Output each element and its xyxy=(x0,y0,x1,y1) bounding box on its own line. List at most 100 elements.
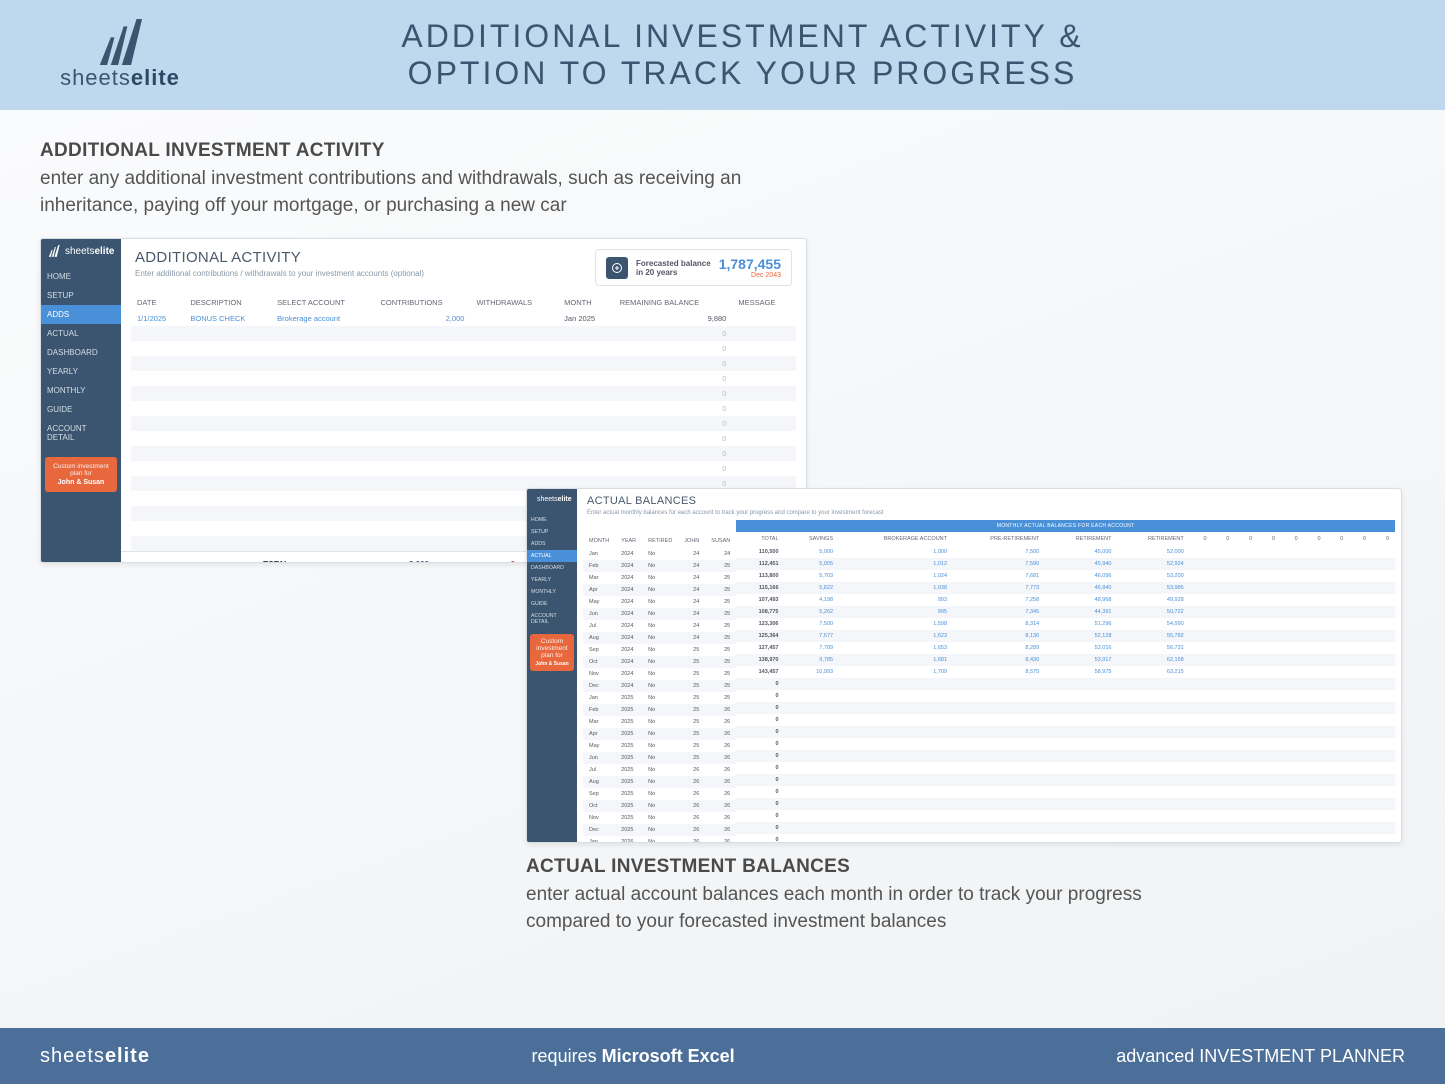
app2-left-table: MONTHYEARRETIREDJOHNSUSAN Jan2024No2424F… xyxy=(583,534,736,842)
table-row[interactable]: 0 xyxy=(131,461,796,476)
table-row[interactable]: 0 xyxy=(131,341,796,356)
table-row[interactable]: Oct2025No2626 xyxy=(583,800,736,812)
table-row[interactable]: Aug2024No2425 xyxy=(583,632,736,644)
brand-logo: sheetselite xyxy=(40,19,200,91)
table-row[interactable]: 127,4577,7891,6538,28953,01656,731 xyxy=(736,642,1395,654)
table-row[interactable]: 0 xyxy=(131,386,796,401)
sidebar-item-monthly[interactable]: MONTHLY xyxy=(41,381,121,400)
title-line-1: ADDITIONAL INVESTMENT ACTIVITY & xyxy=(200,18,1285,55)
table-row[interactable]: 108,7755,2629957,34544,39150,722 xyxy=(736,606,1395,618)
table-row[interactable]: 123,3067,5001,5988,31451,29654,990 xyxy=(736,618,1395,630)
sidebar-item-yearly[interactable]: YEARLY xyxy=(41,362,121,381)
app2-header: ACTUAL BALANCES Enter actual monthly bal… xyxy=(577,489,1401,520)
table-row[interactable]: 0 xyxy=(736,786,1395,798)
table-row[interactable]: 1/1/2025BONUS CHECKBrokerage account2,00… xyxy=(131,311,796,326)
table-row[interactable]: 112,4515,0051,0127,59045,94052,924 xyxy=(736,558,1395,570)
table-row[interactable]: 0 xyxy=(131,371,796,386)
table-row[interactable]: Jun2025No2526 xyxy=(583,752,736,764)
sidebar-item-account-detail[interactable]: ACCOUNT DETAIL xyxy=(41,419,121,447)
table-row[interactable]: 0 xyxy=(736,834,1395,842)
app1-title: ADDITIONAL ACTIVITY xyxy=(135,249,424,266)
app2-subtitle: Enter actual monthly balances for each a… xyxy=(587,510,883,516)
table-row[interactable]: 0 xyxy=(736,738,1395,750)
col-header: YEAR xyxy=(615,534,642,548)
col-header: SUSAN xyxy=(705,534,736,548)
forecast-date: Dec 2043 xyxy=(719,272,781,279)
table-row[interactable]: Mar2025No2526 xyxy=(583,716,736,728)
sidebar-item-actual[interactable]: ACTUAL xyxy=(41,324,121,343)
table-row[interactable]: 0 xyxy=(736,750,1395,762)
table-row[interactable]: 125,3647,6771,6238,13052,12855,782 xyxy=(736,630,1395,642)
table-row[interactable]: Jul2025No2626 xyxy=(583,764,736,776)
sidebar-item-adds[interactable]: ADDS xyxy=(41,305,121,324)
table-row[interactable]: 138,9709,7851,6818,43053,91762,158 xyxy=(736,654,1395,666)
col-header: 0 xyxy=(1372,532,1395,546)
col-header: WITHDRAWALS xyxy=(470,294,558,311)
col-header: TOTAL xyxy=(736,532,784,546)
table-row[interactable]: Sep2024No2525 xyxy=(583,644,736,656)
table-row[interactable]: 0 xyxy=(131,431,796,446)
table-row[interactable]: 0 xyxy=(736,798,1395,810)
table-row[interactable]: Aug2025No2626 xyxy=(583,776,736,788)
sidebar-item-home[interactable]: HOME xyxy=(41,267,121,286)
table-row[interactable]: 0 xyxy=(131,416,796,431)
sidebar-item-home[interactable]: HOME xyxy=(527,514,577,526)
table-row[interactable]: Nov2025No2626 xyxy=(583,812,736,824)
table-row[interactable]: 0 xyxy=(131,326,796,341)
sidebar-item-monthly[interactable]: MONTHLY xyxy=(527,586,577,598)
table-row[interactable]: 0 xyxy=(736,810,1395,822)
sidebar-item-guide[interactable]: GUIDE xyxy=(527,598,577,610)
table-row[interactable]: 0 xyxy=(736,714,1395,726)
table-row[interactable]: 115,1665,8221,0387,77346,84053,985 xyxy=(736,582,1395,594)
table-row[interactable]: Jan2026No2626 xyxy=(583,836,736,842)
table-row[interactable]: 0 xyxy=(736,822,1395,834)
section-2-intro: ACTUAL INVESTMENT BALANCES enter actual … xyxy=(526,856,1146,935)
sidebar-item-account-detail[interactable]: ACCOUNT DETAIL xyxy=(527,610,577,628)
table-row[interactable]: 0 xyxy=(131,356,796,371)
table-row[interactable]: Apr2025No2526 xyxy=(583,728,736,740)
table-row[interactable]: Jan2025No2525 xyxy=(583,692,736,704)
sidebar-item-guide[interactable]: GUIDE xyxy=(41,400,121,419)
table-row[interactable]: 110,5005,0001,0007,50045,00052,000 xyxy=(736,546,1395,558)
table-row[interactable]: May2025No2526 xyxy=(583,740,736,752)
table-row[interactable]: 143,45710,9931,7098,57558,97563,215 xyxy=(736,666,1395,678)
table-head-row: MONTHYEARRETIREDJOHNSUSAN xyxy=(583,534,736,548)
page-header: sheetselite ADDITIONAL INVESTMENT ACTIVI… xyxy=(0,0,1445,110)
table-row[interactable]: Dec2025No2626 xyxy=(583,824,736,836)
table-row[interactable]: 0 xyxy=(131,401,796,416)
sidebar-item-actual[interactable]: ACTUAL xyxy=(527,550,577,562)
table-row[interactable]: Nov2024No2525 xyxy=(583,668,736,680)
table-row[interactable]: 0 xyxy=(736,702,1395,714)
table-row[interactable]: Mar2024No2425 xyxy=(583,572,736,584)
sidebar-item-dashboard[interactable]: DASHBOARD xyxy=(527,562,577,574)
custom-plan-badge: Custom investment plan for John & Susan xyxy=(530,634,574,671)
table-row[interactable]: 113,8005,7031,0247,68146,09653,200 xyxy=(736,570,1395,582)
table-row[interactable]: Jan2024No2424 xyxy=(583,548,736,560)
table-row[interactable]: 0 xyxy=(736,726,1395,738)
forecast-label-1: Forecasted balance xyxy=(636,259,711,268)
badge-line-1: Custom investment plan for xyxy=(532,638,572,659)
table-row[interactable]: 0 xyxy=(736,762,1395,774)
sidebar-item-yearly[interactable]: YEARLY xyxy=(527,574,577,586)
table-row[interactable]: Sep2025No2626 xyxy=(583,788,736,800)
table-row[interactable]: Feb2024No2425 xyxy=(583,560,736,572)
table-row[interactable]: 0 xyxy=(736,678,1395,690)
sidebar-item-setup[interactable]: SETUP xyxy=(527,526,577,538)
main-content: ADDITIONAL INVESTMENT ACTIVITY enter any… xyxy=(0,110,1445,1028)
brand-name: sheetselite xyxy=(60,65,180,91)
sidebar-item-dashboard[interactable]: DASHBOARD xyxy=(41,343,121,362)
table-row[interactable]: Feb2025No2526 xyxy=(583,704,736,716)
table-row[interactable]: Jun2024No2425 xyxy=(583,608,736,620)
table-row[interactable]: 0 xyxy=(131,446,796,461)
table-row[interactable]: 107,4934,1989937,25848,96849,928 xyxy=(736,594,1395,606)
table-row[interactable]: May2024No2425 xyxy=(583,596,736,608)
sidebar-item-adds[interactable]: ADDS xyxy=(527,538,577,550)
table-row[interactable]: Dec2024No2525 xyxy=(583,680,736,692)
table-row[interactable]: Jul2024No2425 xyxy=(583,620,736,632)
table-row[interactable]: Apr2024No2425 xyxy=(583,584,736,596)
table-row[interactable]: 0 xyxy=(736,690,1395,702)
table-row[interactable]: Oct2024No2525 xyxy=(583,656,736,668)
table-row[interactable]: 0 xyxy=(736,774,1395,786)
forecast-box: Forecasted balance in 20 years 1,787,455… xyxy=(595,249,792,286)
sidebar-item-setup[interactable]: SETUP xyxy=(41,286,121,305)
